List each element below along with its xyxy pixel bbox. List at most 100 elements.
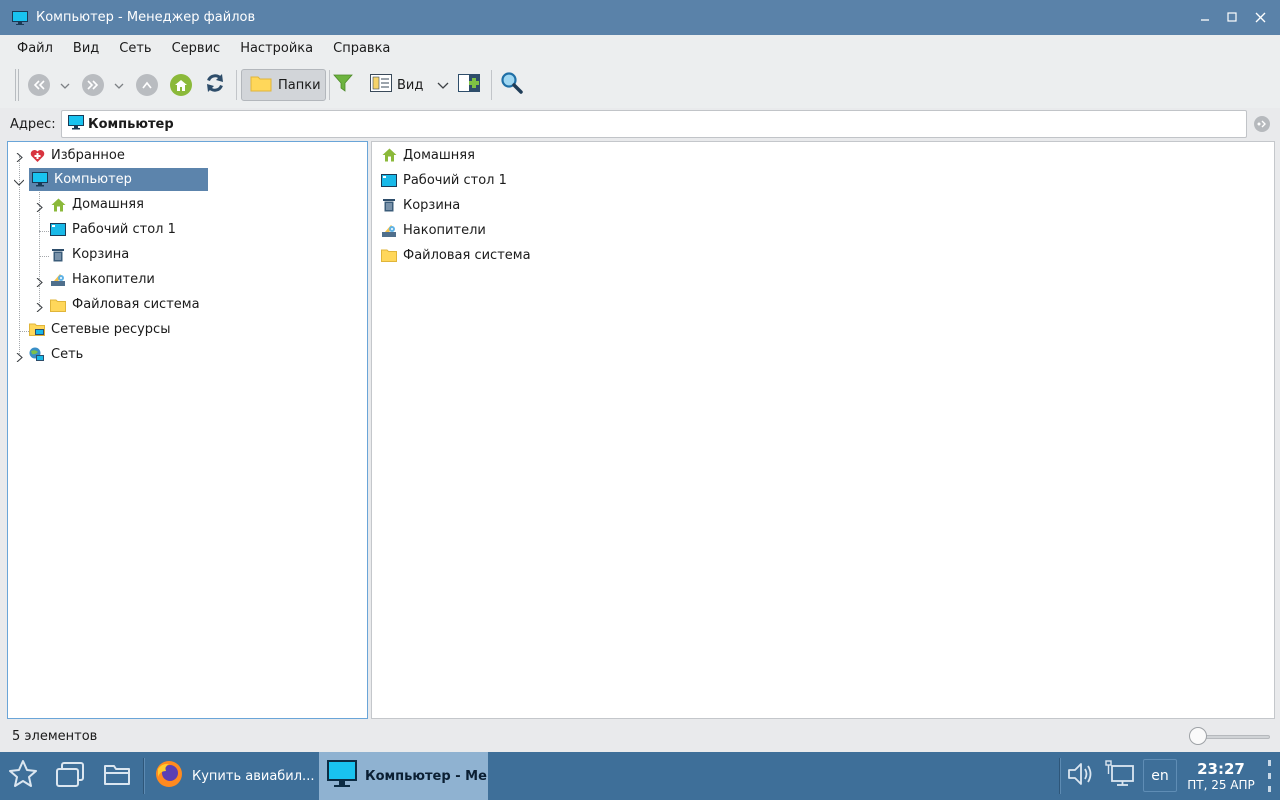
- toolbar-handle[interactable]: [15, 69, 19, 101]
- address-go-button[interactable]: [1254, 116, 1270, 132]
- menu-file[interactable]: Файл: [7, 35, 63, 62]
- network-globe-icon: [29, 347, 45, 363]
- folder-tree-pane[interactable]: Избранное Компьютер Домашняя Рабочий сто…: [7, 141, 368, 719]
- tree-item-desktop[interactable]: Рабочий стол 1: [50, 218, 220, 241]
- back-history-dropdown[interactable]: [60, 72, 70, 98]
- window-titlebar[interactable]: Компьютер - Менеджер файлов: [0, 0, 1280, 35]
- clock-date[interactable]: ПТ, 25 АПР: [1180, 778, 1262, 792]
- computer-icon: [68, 114, 84, 134]
- desktop-icon: [50, 222, 66, 238]
- expand-filesystem[interactable]: [35, 301, 44, 313]
- menu-bar: Файл Вид Сеть Сервис Настройка Справка: [0, 35, 1280, 62]
- address-value: Компьютер: [88, 116, 174, 132]
- home-icon: [50, 197, 66, 213]
- folder-outline-icon: [103, 762, 131, 790]
- menu-help[interactable]: Справка: [323, 35, 400, 62]
- list-item[interactable]: Накопители: [381, 219, 486, 241]
- home-button[interactable]: [170, 72, 192, 98]
- tree-item-filesystem[interactable]: Файловая система: [50, 293, 220, 316]
- window-title: Компьютер - Менеджер файлов: [36, 10, 256, 25]
- forward-button[interactable]: [82, 72, 104, 98]
- minimize-button[interactable]: [1196, 8, 1214, 26]
- task-file-manager[interactable]: Компьютер - Ме...: [319, 752, 488, 800]
- expand-home[interactable]: [35, 201, 44, 213]
- maximize-button[interactable]: [1223, 8, 1241, 26]
- refresh-button[interactable]: [204, 72, 226, 98]
- tree-item-favorites[interactable]: Избранное: [29, 144, 189, 167]
- tree-item-label: Корзина: [72, 247, 130, 262]
- refresh-icon: [204, 72, 226, 98]
- tree-item-computer[interactable]: Компьютер: [29, 168, 208, 191]
- list-item[interactable]: Домашняя: [381, 144, 475, 166]
- back-button[interactable]: [28, 72, 50, 98]
- network-share-icon: [29, 322, 45, 338]
- expand-network[interactable]: [15, 351, 24, 363]
- wired-network-icon: [1103, 760, 1135, 792]
- start-menu-button[interactable]: [4, 752, 42, 800]
- tree-item-network[interactable]: Сеть: [29, 343, 189, 366]
- file-list-pane[interactable]: Домашняя Рабочий стол 1 Корзина Накопите…: [371, 141, 1275, 719]
- star-icon: [8, 759, 38, 793]
- network-status-button[interactable]: [1102, 752, 1136, 800]
- collapse-computer[interactable]: [13, 176, 25, 186]
- tree-item-label: Домашняя: [72, 197, 144, 212]
- filter-button[interactable]: [333, 72, 353, 98]
- close-button[interactable]: [1251, 8, 1269, 26]
- list-item-label: Файловая система: [403, 247, 531, 263]
- list-item[interactable]: Рабочий стол 1: [381, 169, 507, 191]
- menu-network[interactable]: Сеть: [109, 35, 161, 62]
- list-item-label: Рабочий стол 1: [403, 172, 507, 188]
- status-bar: 5 элементов: [0, 722, 1280, 750]
- up-arrow-icon: [136, 74, 158, 96]
- tree-item-network-shares[interactable]: Сетевые ресурсы: [29, 318, 209, 341]
- chevron-down-icon: [437, 78, 449, 93]
- search-button[interactable]: [500, 72, 524, 98]
- back-icon: [28, 74, 50, 96]
- drives-icon: [50, 272, 66, 288]
- clock-time[interactable]: 23:27: [1180, 760, 1262, 778]
- tree-item-label: Накопители: [72, 272, 155, 287]
- folders-label: Папки: [278, 77, 321, 93]
- workspaces-button[interactable]: [50, 752, 90, 800]
- tree-item-home[interactable]: Домашняя: [50, 193, 210, 216]
- taskbar-grip[interactable]: [1268, 760, 1272, 792]
- keyboard-layout-indicator[interactable]: en: [1143, 759, 1177, 792]
- address-label: Адрес:: [10, 117, 56, 132]
- zoom-slider-track[interactable]: [1196, 735, 1270, 739]
- view-mode-icon: [370, 74, 392, 96]
- computer-icon: [12, 10, 28, 25]
- address-field[interactable]: Компьютер: [61, 110, 1247, 138]
- menu-view[interactable]: Вид: [63, 35, 109, 62]
- zoom-slider-thumb[interactable]: [1189, 727, 1207, 745]
- home-icon: [170, 74, 192, 96]
- desktop-icon: [381, 172, 397, 188]
- list-item[interactable]: Корзина: [381, 194, 460, 216]
- task-label: Компьютер - Ме...: [365, 768, 488, 784]
- up-button[interactable]: [136, 72, 158, 98]
- view-dropdown[interactable]: [437, 72, 449, 98]
- view-mode-button[interactable]: Вид: [370, 72, 423, 98]
- tree-item-trash[interactable]: Корзина: [50, 243, 210, 266]
- tree-item-label: Рабочий стол 1: [72, 222, 176, 237]
- expand-favorites[interactable]: [15, 151, 24, 163]
- item-count: 5 элементов: [12, 729, 98, 744]
- volume-button[interactable]: [1064, 752, 1096, 800]
- menu-tools[interactable]: Сервис: [162, 35, 231, 62]
- task-firefox[interactable]: Купить авиабил...: [148, 752, 316, 800]
- list-item[interactable]: Файловая система: [381, 244, 531, 266]
- computer-icon: [32, 172, 48, 188]
- menu-settings[interactable]: Настройка: [230, 35, 323, 62]
- forward-history-dropdown[interactable]: [114, 72, 124, 98]
- view-label: Вид: [397, 77, 424, 93]
- file-manager-launcher[interactable]: [98, 752, 136, 800]
- folders-toggle-button[interactable]: Папки: [241, 69, 326, 101]
- drives-icon: [381, 222, 397, 238]
- new-panel-button[interactable]: [458, 72, 480, 98]
- toolbar: [0, 62, 1280, 108]
- list-item-label: Домашняя: [403, 147, 475, 163]
- tree-item-label: Компьютер: [54, 172, 132, 187]
- tree-item-label: Сетевые ресурсы: [51, 322, 171, 337]
- expand-drives[interactable]: [35, 276, 44, 288]
- windows-overview-icon: [55, 760, 85, 792]
- tree-item-drives[interactable]: Накопители: [50, 268, 210, 291]
